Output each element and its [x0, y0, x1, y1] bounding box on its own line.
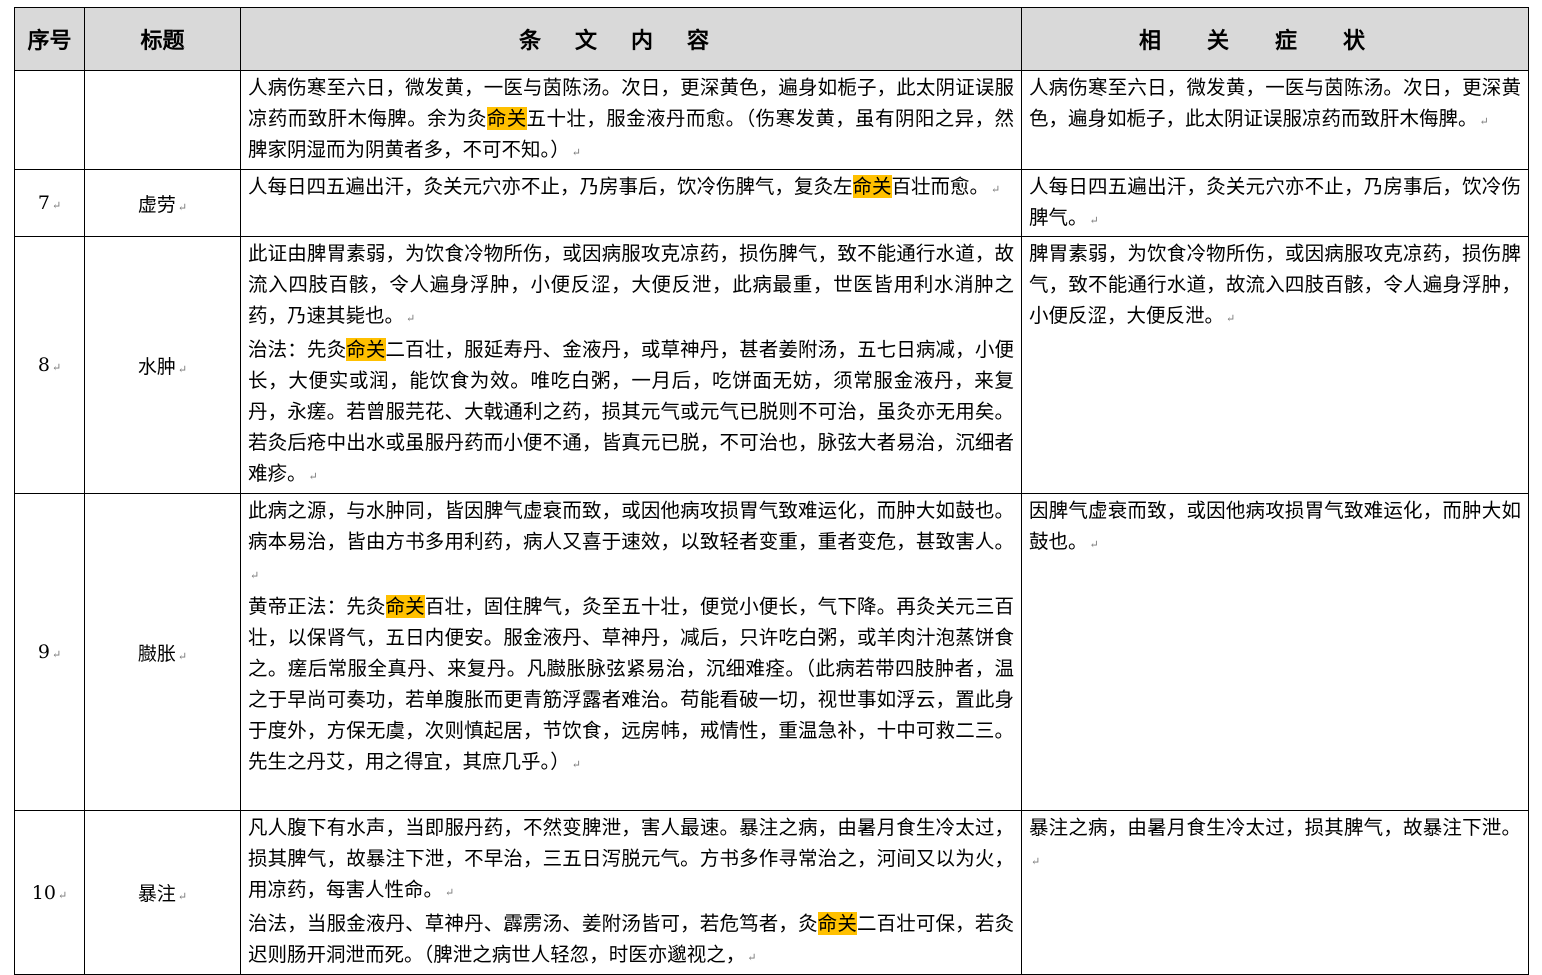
- row-number-cell[interactable]: 8: [14, 236, 85, 494]
- row-number-cell[interactable]: [14, 70, 85, 170]
- highlight-mark: 命关: [817, 912, 857, 935]
- symptoms-text: 因脾气虚衰而致，或因他病攻损胃气致难运化，而肿大如鼓也。: [1029, 495, 1521, 560]
- row-content-cell[interactable]: 此证由脾胃素弱，为饮食冷物所伤，或因病服攻克凉药，损伤脾气，致不能通行水道，故流…: [240, 236, 1022, 494]
- table-row: 9 臌胀 此病之源，与水肿同，皆因脾气虚衰而致，或因他病攻损胃气致难运化，而肿大如鼓…: [14, 493, 1529, 811]
- clauses-table: 序号 标题 条文内容 相关症状 人病伤寒至六日，微发黄，一医与茵陈汤。次日，更深…: [14, 7, 1529, 975]
- row-number-cell[interactable]: 9: [14, 493, 85, 811]
- header-row: 序号 标题 条文内容 相关症状: [14, 7, 1529, 71]
- row-symptoms-cell[interactable]: 人每日四五遍出汗，灸关元穴亦不止，乃房事后，饮冷伤脾气。: [1021, 169, 1529, 237]
- row-content-cell[interactable]: 凡人腹下有水声，当即服丹药，不然变脾泄，害人最速。暴注之病，由暑月食生冷太过，损…: [240, 810, 1022, 975]
- header-content[interactable]: 条文内容: [240, 7, 1022, 71]
- row-number: 7: [38, 192, 61, 214]
- row-number: 8: [38, 354, 61, 376]
- row-content-cell[interactable]: 人每日四五遍出汗，灸关元穴亦不止，乃房事后，饮冷伤脾气，复灸左命关百壮而愈。: [240, 169, 1022, 237]
- row-symptoms-cell[interactable]: 暴注之病，由暑月食生冷太过，损其脾气，故暴注下泄。: [1021, 810, 1529, 975]
- row-number-cell[interactable]: 7: [14, 169, 85, 237]
- row-title-cell[interactable]: 虚劳: [84, 169, 241, 237]
- row-title: 臌胀: [138, 643, 187, 665]
- header-num[interactable]: 序号: [14, 7, 85, 71]
- row-title-cell[interactable]: 暴注: [84, 810, 241, 975]
- highlight-mark: 命关: [852, 175, 892, 198]
- content-paragraph: 人病伤寒至六日，微发黄，一医与茵陈汤。次日，更深黄色，遍身如栀子，此太阴证误服凉…: [248, 72, 1014, 168]
- row-title-cell[interactable]: 水肿: [84, 236, 241, 494]
- row-title: 水肿: [138, 356, 187, 378]
- row-content-cell[interactable]: 此病之源，与水肿同，皆因脾气虚衰而致，或因他病攻损胃气致难运化，而肿大如鼓也。病…: [240, 493, 1022, 811]
- symptoms-text: 人病伤寒至六日，微发黄，一医与茵陈汤。次日，更深黄色，遍身如栀子，此太阴证误服凉…: [1029, 72, 1521, 137]
- row-number: 9: [38, 641, 61, 663]
- highlight-mark: 命关: [346, 338, 386, 361]
- content-paragraph: 凡人腹下有水声，当即服丹药，不然变脾泄，害人最速。暴注之病，由暑月食生冷太过，损…: [248, 812, 1014, 908]
- row-symptoms-cell[interactable]: 因脾气虚衰而致，或因他病攻损胃气致难运化，而肿大如鼓也。: [1021, 493, 1529, 811]
- row-title-cell[interactable]: 臌胀: [84, 493, 241, 811]
- content-paragraph: 黄帝正法：先灸命关百壮，固住脾气，灸至五十壮，便觉小便长，气下降。再灸关元三百壮…: [248, 591, 1014, 780]
- row-number-cell[interactable]: 10: [14, 810, 85, 975]
- content-paragraph: 此证由脾胃素弱，为饮食冷物所伤，或因病服攻克凉药，损伤脾气，致不能通行水道，故流…: [248, 238, 1014, 334]
- content-paragraph: 人每日四五遍出汗，灸关元穴亦不止，乃房事后，饮冷伤脾气，复灸左命关百壮而愈。: [248, 171, 1014, 205]
- row-title: 虚劳: [138, 194, 187, 216]
- row-symptoms-cell[interactable]: 脾胃素弱，为饮食冷物所伤，或因病服攻克凉药，损伤脾气，致不能通行水道，故流入四肢…: [1021, 236, 1529, 494]
- row-title-cell[interactable]: [84, 70, 241, 170]
- header-title[interactable]: 标题: [84, 7, 241, 71]
- highlight-mark: 命关: [486, 107, 527, 130]
- table-row: 8 水肿 此证由脾胃素弱，为饮食冷物所伤，或因病服攻克凉药，损伤脾气，致不能通行水道…: [14, 236, 1529, 494]
- row-number: 10: [32, 882, 67, 904]
- table-row: 人病伤寒至六日，微发黄，一医与茵陈汤。次日，更深黄色，遍身如栀子，此太阴证误服凉…: [14, 70, 1529, 170]
- table-row: 10 暴注 凡人腹下有水声，当即服丹药，不然变脾泄，害人最速。暴注之病，由暑月食生冷…: [14, 810, 1529, 975]
- symptoms-text: 人每日四五遍出汗，灸关元穴亦不止，乃房事后，饮冷伤脾气。: [1029, 171, 1521, 236]
- header-symptoms[interactable]: 相关症状: [1021, 7, 1529, 71]
- content-paragraph: 此病之源，与水肿同，皆因脾气虚衰而致，或因他病攻损胃气致难运化，而肿大如鼓也。病…: [248, 495, 1014, 591]
- symptoms-text: 暴注之病，由暑月食生冷太过，损其脾气，故暴注下泄。: [1029, 812, 1521, 877]
- row-title: 暴注: [138, 883, 187, 905]
- content-paragraph: 治法，当服金液丹、草神丹、霹雳汤、姜附汤皆可，若危笃者，灸命关二百壮可保，若灸迟…: [248, 908, 1014, 973]
- row-content-cell[interactable]: 人病伤寒至六日，微发黄，一医与茵陈汤。次日，更深黄色，遍身如栀子，此太阴证误服凉…: [240, 70, 1022, 170]
- row-symptoms-cell[interactable]: 人病伤寒至六日，微发黄，一医与茵陈汤。次日，更深黄色，遍身如栀子，此太阴证误服凉…: [1021, 70, 1529, 170]
- highlight-mark: 命关: [385, 595, 425, 618]
- content-paragraph: 治法：先灸命关二百壮，服延寿丹、金液丹，或草神丹，甚者姜附汤，五七日病减，小便长…: [248, 334, 1014, 492]
- symptoms-text: 脾胃素弱，为饮食冷物所伤，或因病服攻克凉药，损伤脾气，致不能通行水道，故流入四肢…: [1029, 238, 1521, 334]
- table-row: 7 虚劳 人每日四五遍出汗，灸关元穴亦不止，乃房事后，饮冷伤脾气，复灸左命关百壮而愈…: [14, 169, 1529, 237]
